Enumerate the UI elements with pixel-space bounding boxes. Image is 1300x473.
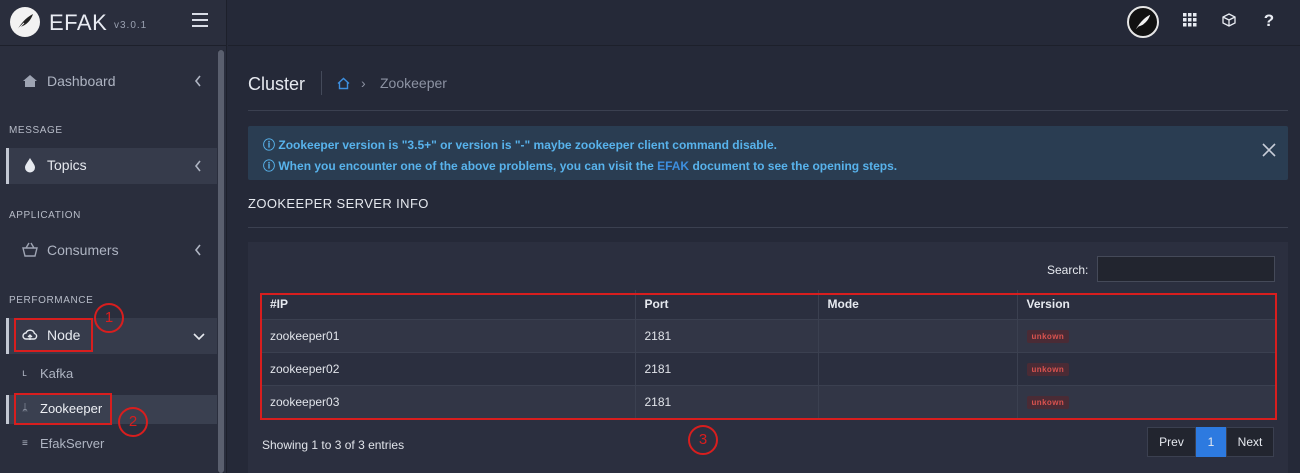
breadcrumb-home-icon[interactable] [337, 77, 350, 90]
avatar[interactable] [1127, 6, 1159, 38]
column-header-ip[interactable]: #IP [261, 290, 636, 320]
avatar-icon [1135, 14, 1151, 30]
brand-version: v3.0.1 [114, 20, 148, 31]
alert-line-1: ⓘ Zookeeper version is "3.5+" or version… [263, 136, 777, 153]
alert-text-1: Zookeeper version is "3.5+" or version i… [278, 138, 777, 152]
cell-version: unkown [1017, 319, 1275, 353]
table-row: zookeeper03 2181 unkown [261, 385, 1275, 419]
zookeeper-table: #IP Port Mode Version zookeeper01 2181 u… [261, 290, 1275, 419]
section-label-performance: PERFORMANCE [9, 295, 94, 306]
sidebar-item-topics[interactable]: Topics [6, 148, 217, 184]
version-badge: unkown [1026, 363, 1070, 376]
info-circle-icon: ⓘ [263, 159, 276, 173]
column-header-version[interactable]: Version [1017, 290, 1275, 320]
breadcrumb-chevron-icon: › [361, 75, 366, 91]
server-icon: ≡ [22, 438, 28, 449]
search-label: Search: [1047, 263, 1089, 277]
efak-document-link[interactable]: EFAK [657, 159, 689, 173]
page-title: Cluster [248, 74, 306, 94]
cloud-upload-icon [22, 329, 38, 340]
cube-icon[interactable] [1221, 13, 1237, 29]
droplet-icon [25, 158, 35, 173]
cell-ip: zookeeper01 [261, 319, 636, 353]
sidebar-subitem-efakserver[interactable]: ≡ EfakServer [6, 430, 217, 458]
sidebar-scrollbar-thumb[interactable] [218, 50, 224, 473]
cell-ip: zookeeper02 [261, 352, 636, 386]
apps-grid-icon[interactable] [1182, 13, 1198, 29]
home-icon [23, 75, 37, 87]
sidebar-item-dashboard[interactable]: Dashboard [6, 64, 217, 98]
sidebar-subitem-kafka[interactable]: ւ Kafka [6, 360, 217, 388]
section-label-message: MESSAGE [9, 125, 63, 136]
page-1-button[interactable]: 1 [1196, 427, 1226, 457]
sitemap-icon: ᛦ [22, 403, 28, 414]
cell-ip: zookeeper03 [261, 385, 636, 419]
cell-mode [818, 319, 1018, 353]
table-header-row: #IP Port Mode Version [261, 290, 1275, 320]
sidebar-subitem-label: EfakServer [40, 436, 105, 451]
basket-icon [22, 242, 38, 257]
search-input[interactable] [1097, 256, 1275, 282]
divider [248, 110, 1288, 111]
cell-version: unkown [1017, 352, 1275, 386]
sidebar-subitem-label: Zookeeper [40, 401, 103, 416]
breadcrumb-current: Zookeeper [380, 75, 447, 91]
section-label-application: APPLICATION [9, 210, 81, 221]
sidebar-item-label: Node [47, 327, 81, 343]
info-circle-icon: ⓘ [263, 138, 276, 152]
sidebar-item-consumers[interactable]: Consumers [6, 233, 217, 267]
chevron-left-icon [194, 75, 201, 87]
sidebar-item-label: Topics [47, 157, 87, 173]
next-page-button[interactable]: Next [1226, 427, 1274, 457]
divider [248, 227, 1288, 228]
chevron-left-icon [194, 244, 201, 256]
sidebar-subitem-label: Kafka [40, 366, 74, 381]
help-icon[interactable]: ? [1261, 12, 1277, 29]
table-row: zookeeper01 2181 unkown [261, 319, 1275, 353]
chevron-down-icon [193, 333, 205, 341]
alert-text-2-end: document to see the opening steps. [692, 159, 898, 173]
table-info: Showing 1 to 3 of 3 entries [262, 438, 405, 452]
alert-text-2: When you encounter one of the above prob… [278, 159, 654, 173]
topbar: ? [228, 0, 1300, 46]
zookeeper-table-card: Search: #IP Port Mode Version zookeeper0… [248, 242, 1288, 473]
sidebar-item-label: Dashboard [47, 73, 116, 89]
prev-page-button[interactable]: Prev [1147, 427, 1196, 457]
cell-port: 2181 [635, 352, 819, 386]
cell-mode [818, 385, 1018, 419]
breadcrumb-divider [321, 71, 322, 95]
cell-mode [818, 352, 1018, 386]
close-icon[interactable] [1262, 143, 1276, 157]
alert-line-2: ⓘ When you encounter one of the above pr… [263, 157, 897, 174]
table-row: zookeeper02 2181 unkown [261, 352, 1275, 386]
version-badge: unkown [1026, 330, 1070, 343]
sidebar-subitem-zookeeper[interactable]: ᛦ Zookeeper [6, 395, 217, 424]
chevron-left-icon [194, 160, 201, 172]
kafka-icon: ւ [22, 368, 27, 379]
section-title: ZOOKEEPER SERVER INFO [248, 196, 429, 211]
brand: EFAK v3.0.1 [0, 0, 227, 46]
cell-version: unkown [1017, 385, 1275, 419]
info-alert: ⓘ Zookeeper version is "3.5+" or version… [248, 126, 1288, 180]
sidebar: EFAK v3.0.1 Dashboard MESSAGE Topics APP… [0, 0, 227, 473]
sidebar-item-label: Consumers [47, 242, 119, 258]
column-header-mode[interactable]: Mode [818, 290, 1018, 320]
pagination: Prev 1 Next [1147, 427, 1274, 457]
sidebar-item-node[interactable]: Node [6, 318, 217, 354]
cell-port: 2181 [635, 385, 819, 419]
version-badge: unkown [1026, 396, 1070, 409]
cell-port: 2181 [635, 319, 819, 353]
column-header-port[interactable]: Port [635, 290, 819, 320]
brand-name: EFAK [49, 10, 108, 35]
efak-logo-icon [10, 7, 40, 37]
hamburger-menu-icon[interactable] [192, 13, 208, 27]
